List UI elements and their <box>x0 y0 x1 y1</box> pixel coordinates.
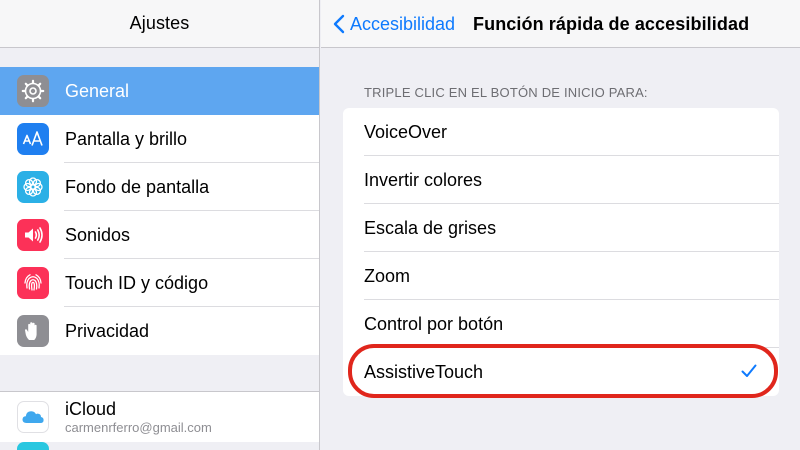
option-label: Zoom <box>364 265 411 286</box>
option-label: Invertir colores <box>364 169 483 190</box>
hand-icon <box>17 315 49 347</box>
icloud-text: iCloud carmenrferro@gmail.com <box>65 399 212 436</box>
icloud-account: carmenrferro@gmail.com <box>65 419 212 435</box>
options-list: VoiceOver Invertir colores Escala de gri… <box>343 108 779 396</box>
sidebar-item-sounds[interactable]: Sonidos <box>0 211 319 259</box>
back-button[interactable]: Accesibilidad <box>333 0 455 48</box>
text-size-icon <box>17 123 49 155</box>
option-zoom[interactable]: Zoom <box>343 252 779 300</box>
option-invert-colors[interactable]: Invertir colores <box>343 156 779 204</box>
checkmark-icon <box>741 364 757 377</box>
option-voiceover[interactable]: VoiceOver <box>343 108 779 156</box>
speaker-icon <box>17 219 49 251</box>
sidebar-item-icloud[interactable]: iCloud carmenrferro@gmail.com <box>0 392 319 442</box>
sidebar-item-label: Privacidad <box>65 320 150 341</box>
nav-bar: Accesibilidad Función rápida de accesibi… <box>321 0 800 48</box>
option-label: Control por botón <box>364 313 504 334</box>
sidebar-item-general[interactable]: General <box>0 67 319 115</box>
icloud-label: iCloud <box>65 398 117 419</box>
option-label: VoiceOver <box>364 121 448 142</box>
sidebar-item-wallpaper[interactable]: Fondo de pantalla <box>0 163 319 211</box>
sidebar-item-label: Fondo de pantalla <box>65 176 210 197</box>
settings-group: General Pantalla y brillo Fondo de panta… <box>0 67 319 355</box>
sidebar-item-privacy[interactable]: Privacidad <box>0 307 319 355</box>
sidebar-item-label: Pantalla y brillo <box>65 128 188 149</box>
option-switch-control[interactable]: Control por botón <box>343 300 779 348</box>
option-grayscale[interactable]: Escala de grises <box>343 204 779 252</box>
chevron-left-icon <box>333 14 345 34</box>
detail-panel: Accesibilidad Función rápida de accesibi… <box>321 0 800 450</box>
sidebar-item-display[interactable]: Pantalla y brillo <box>0 115 319 163</box>
sidebar: Ajustes General Pantalla y brillo Fondo … <box>0 0 320 450</box>
section-header: TRIPLE CLIC EN EL BOTÓN DE INICIO PARA: <box>364 85 648 100</box>
sidebar-item-label: Sonidos <box>65 224 131 245</box>
fingerprint-icon <box>17 267 49 299</box>
gear-icon <box>17 75 49 107</box>
sidebar-header: Ajustes <box>0 0 319 48</box>
sidebar-item-touch-id[interactable]: Touch ID y código <box>0 259 319 307</box>
cloud-icon <box>17 401 49 433</box>
option-label: Escala de grises <box>364 217 497 238</box>
sidebar-item-label: Touch ID y código <box>65 272 209 293</box>
flower-icon <box>17 171 49 203</box>
sidebar-item-label: General <box>65 80 130 101</box>
account-group: iCloud carmenrferro@gmail.com <box>0 391 319 442</box>
option-assistivetouch[interactable]: AssistiveTouch <box>343 348 779 396</box>
partial-icon <box>17 442 49 450</box>
sidebar-title: Ajustes <box>129 13 190 33</box>
back-label: Accesibilidad <box>350 13 456 34</box>
page-title: Función rápida de accesibilidad <box>473 13 750 34</box>
option-label: AssistiveTouch <box>364 361 484 382</box>
